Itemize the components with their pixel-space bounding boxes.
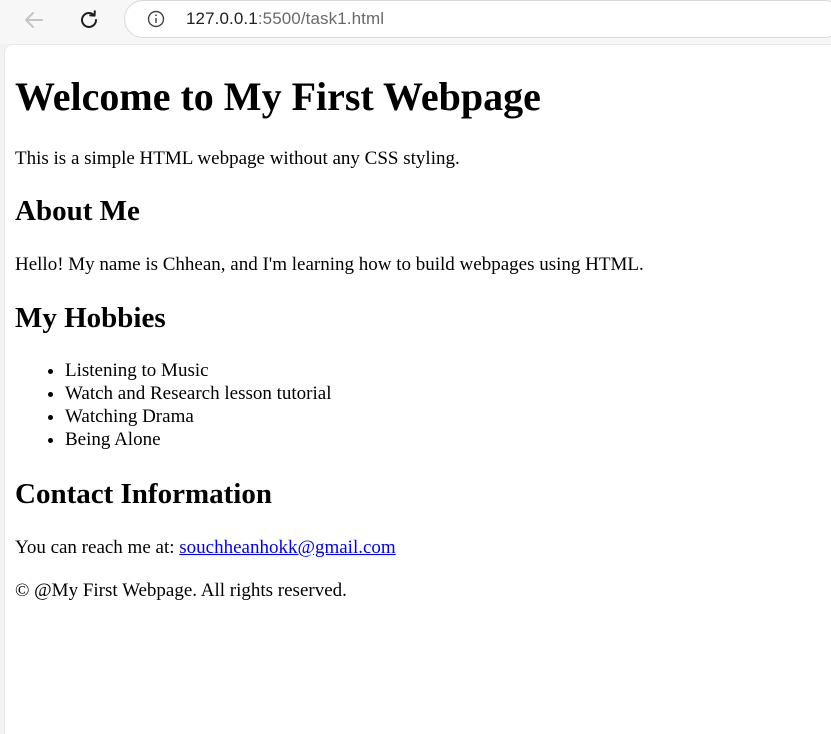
reload-button[interactable]: [75, 6, 103, 34]
intro-paragraph: This is a simple HTML webpage without an…: [15, 148, 460, 169]
email-link[interactable]: souchheanhokk@gmail.com: [179, 537, 395, 558]
hobbies-heading: My Hobbies: [15, 302, 166, 334]
list-item: Watching Drama: [65, 405, 332, 428]
address-bar[interactable]: 127.0.0.1:5500/task1.html: [124, 0, 831, 38]
arrow-left-icon: [25, 12, 43, 28]
back-button[interactable]: [20, 6, 48, 34]
contact-paragraph: You can reach me at: souchheanhokk@gmail…: [15, 536, 396, 559]
contact-heading: Contact Information: [15, 478, 272, 510]
list-item: Being Alone: [65, 428, 332, 451]
about-heading: About Me: [15, 195, 140, 227]
list-item: Watch and Research lesson tutorial: [65, 382, 332, 405]
url-host: 127.0.0.1: [186, 9, 258, 28]
footer-text: © @My First Webpage. All rights reserved…: [15, 580, 347, 601]
reload-icon: [81, 10, 97, 28]
about-paragraph: Hello! My name is Chhean, and I'm learni…: [15, 254, 644, 275]
page-viewport: Welcome to My First Webpage This is a si…: [4, 44, 831, 734]
url-text[interactable]: 127.0.0.1:5500/task1.html: [186, 9, 384, 29]
info-circle-icon[interactable]: [147, 10, 165, 28]
page-title: Welcome to My First Webpage: [15, 74, 541, 119]
url-path: :5500/task1.html: [257, 9, 385, 28]
browser-toolbar: 127.0.0.1:5500/task1.html: [0, 0, 831, 44]
list-item: Listening to Music: [65, 359, 332, 382]
contact-prefix: You can reach me at:: [15, 537, 180, 558]
hobbies-list: Listening to Music Watch and Research le…: [15, 359, 332, 451]
